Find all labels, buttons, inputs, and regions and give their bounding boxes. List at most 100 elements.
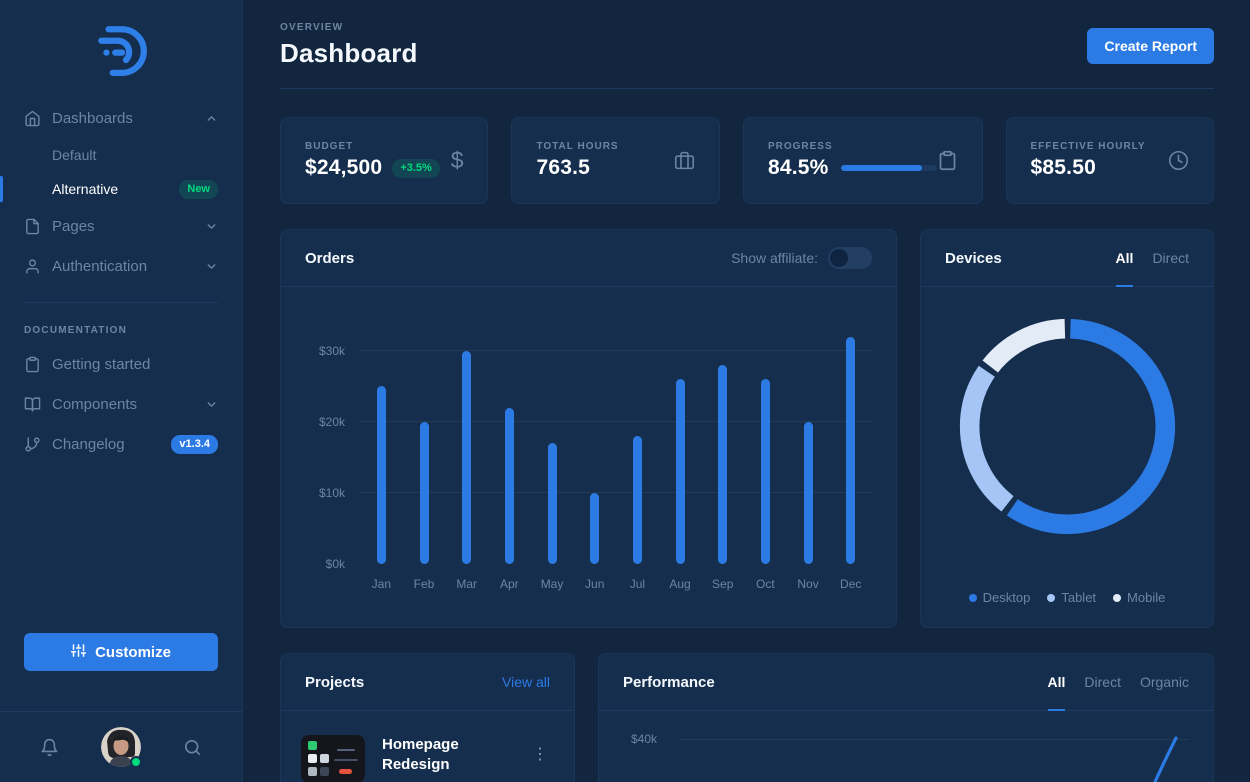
toggle-knob: [830, 249, 848, 267]
sidebar-subitem-label: Alternative: [52, 181, 118, 197]
legend-item-desktop[interactable]: Desktop: [969, 590, 1031, 605]
stat-change-badge: +3.5%: [392, 159, 440, 178]
project-list-item[interactable]: Homepage Redesign ⋮: [281, 711, 574, 782]
sidebar-section-label: Documentation: [24, 325, 218, 336]
x-axis-label: Jun: [573, 577, 616, 591]
sidebar-item-label: Getting started: [52, 356, 150, 373]
devices-legend: Desktop Tablet Mobile: [969, 590, 1166, 605]
bar-mar: [462, 351, 471, 564]
clipboard-icon: [937, 150, 958, 171]
stat-label: Total hours: [536, 141, 673, 152]
sidebar-item-dashboards[interactable]: Dashboards: [0, 98, 242, 138]
show-affiliate-label: Show affiliate:: [731, 250, 818, 266]
badge-v1-3-4: v1.3.4: [171, 435, 218, 454]
sidebar-item-components[interactable]: Components: [0, 384, 242, 424]
sidebar-item-label: Changelog: [52, 436, 125, 453]
orders-bar-plot: [360, 319, 872, 564]
customize-label: Customize: [95, 644, 171, 661]
chevron-up-icon: [205, 112, 218, 125]
orders-chart: $0k$10k$20k$30k JanFebMarAprMayJunJulAug…: [281, 287, 896, 609]
sidebar-subitem-alternative[interactable]: AlternativeNew: [0, 172, 242, 206]
stat-card-budget: Budget$24,500+3.5%$: [280, 117, 488, 204]
show-affiliate-toggle[interactable]: [828, 247, 872, 269]
x-axis-label: Jan: [360, 577, 403, 591]
dashkit-logo-icon: [93, 21, 149, 77]
y-axis-tick: $10k: [319, 486, 345, 500]
tab-direct[interactable]: Direct: [1084, 654, 1121, 711]
stat-value: 84.5%: [768, 156, 829, 180]
sidebar-subitem-default[interactable]: Default: [0, 138, 242, 172]
legend-item-mobile[interactable]: Mobile: [1113, 590, 1165, 605]
bar-jul: [633, 436, 642, 564]
project-thumbnail: [301, 735, 365, 782]
bar-nov: [804, 422, 813, 564]
stat-value: 763.5: [536, 156, 590, 180]
stat-card-progress: Progress84.5%: [743, 117, 983, 204]
sidebar-item-authentication[interactable]: Authentication: [0, 246, 242, 286]
sidebar-item-getting-started[interactable]: Getting started: [0, 344, 242, 384]
orders-card-title: Orders: [305, 250, 354, 267]
orders-card: Orders Show affiliate: $0k$10k$20k$30k J…: [280, 229, 897, 628]
bar-feb: [420, 422, 429, 564]
y-axis-tick: $0k: [326, 557, 345, 571]
home-icon: [24, 109, 42, 127]
app-logo[interactable]: [0, 0, 242, 98]
tab-all[interactable]: All: [1116, 230, 1134, 287]
sidebar-divider: [24, 302, 218, 303]
x-axis-label: Sep: [701, 577, 744, 591]
stat-card-effective-hourly: Effective hourly $85.50: [1006, 117, 1214, 204]
legend-dot: [1047, 594, 1055, 602]
tab-all[interactable]: All: [1048, 654, 1066, 711]
performance-card: Performance AllDirectOrganic $40k: [598, 653, 1214, 782]
bar-jun: [590, 493, 599, 564]
legend-label: Desktop: [983, 590, 1031, 605]
x-axis-label: May: [531, 577, 574, 591]
online-status-dot: [130, 756, 142, 768]
y-axis-tick: $30k: [319, 344, 345, 358]
projects-card: Projects View all: [280, 653, 575, 782]
user-icon: [24, 257, 42, 275]
projects-card-title: Projects: [305, 674, 364, 691]
avatar[interactable]: [101, 727, 141, 767]
orders-y-axis: $0k$10k$20k$30k: [305, 319, 345, 564]
stat-label: Effective hourly: [1031, 141, 1168, 152]
sidebar-docs-nav: Getting started Components Changelog v1.3.4: [0, 344, 242, 464]
search-icon[interactable]: [183, 738, 202, 757]
devices-tabs: All Direct: [1116, 230, 1189, 286]
x-axis-label: Mar: [445, 577, 488, 591]
bar-oct: [761, 379, 770, 564]
chevron-down-icon: [205, 398, 218, 411]
header-divider: [280, 88, 1214, 89]
sidebar-item-label: Dashboards: [52, 110, 133, 127]
sidebar-item-changelog[interactable]: Changelog v1.3.4: [0, 424, 242, 464]
tab-direct[interactable]: Direct: [1152, 230, 1189, 287]
devices-donut-chart: [955, 314, 1180, 544]
performance-line: [599, 711, 1213, 782]
bell-icon[interactable]: [40, 738, 59, 757]
bar-apr: [505, 408, 514, 564]
sidebar: Dashboards Default AlternativeNew Pages Auth…: [0, 0, 243, 782]
x-axis-label: Aug: [659, 577, 702, 591]
create-report-button[interactable]: Create Report: [1087, 28, 1214, 64]
stat-value: $85.50: [1031, 156, 1096, 180]
sidebar-item-label: Components: [52, 396, 137, 413]
sidebar-item-pages[interactable]: Pages: [0, 206, 242, 246]
devices-card: Devices All Direct Desktop Tablet Mobile: [920, 229, 1214, 628]
view-all-link[interactable]: View all: [502, 674, 550, 690]
git-branch-icon: [24, 435, 42, 453]
stat-card-total-hours: Total hours 763.5: [511, 117, 719, 204]
kebab-icon[interactable]: ⋮: [526, 743, 554, 767]
x-axis-label: Oct: [744, 577, 787, 591]
sidebar-nav: Dashboards Default AlternativeNew Pages Auth…: [0, 98, 242, 286]
chevron-down-icon: [205, 220, 218, 233]
devices-card-title: Devices: [945, 250, 1002, 267]
x-axis-label: Dec: [829, 577, 872, 591]
sidebar-subitem-label: Default: [52, 147, 96, 163]
file-icon: [24, 217, 42, 235]
legend-item-tablet[interactable]: Tablet: [1047, 590, 1096, 605]
customize-button[interactable]: Customize: [24, 633, 218, 671]
tab-organic[interactable]: Organic: [1140, 654, 1189, 711]
sidebar-footer: [0, 711, 242, 782]
briefcase-icon: [674, 150, 695, 171]
sidebar-item-label: Pages: [52, 218, 95, 235]
